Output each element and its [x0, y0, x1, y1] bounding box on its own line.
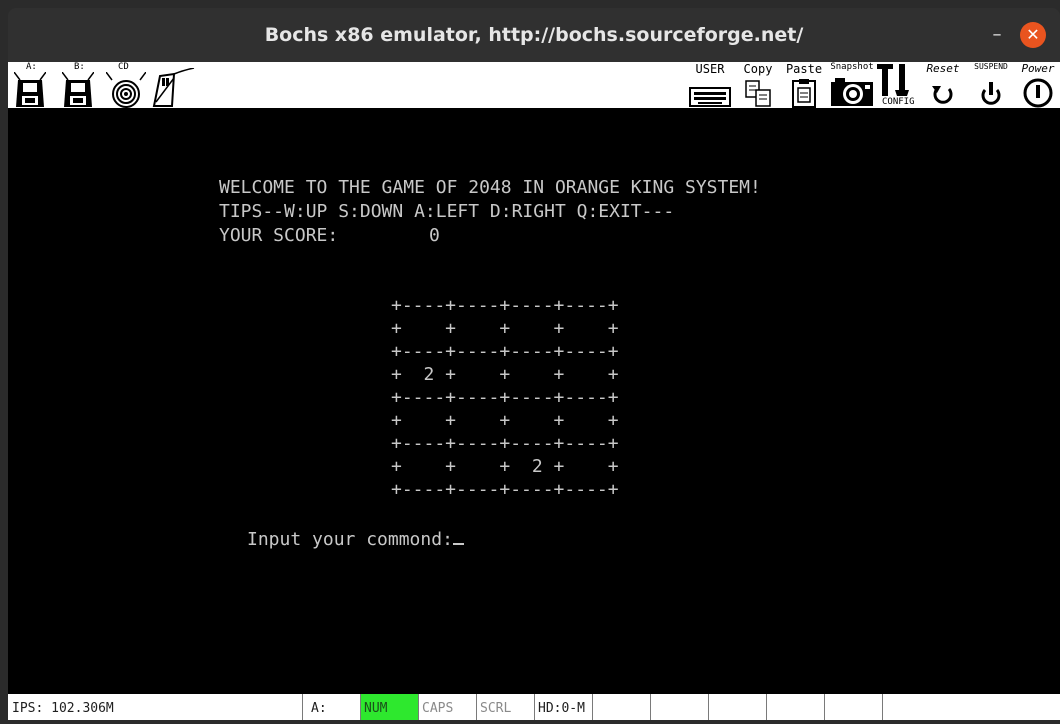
- board-border: +----+----+----+----+: [391, 433, 619, 454]
- floppy-a-button[interactable]: A:: [12, 62, 48, 108]
- camera-icon: [831, 78, 873, 106]
- paste-icon: [792, 79, 816, 108]
- cdrom-icon: [106, 72, 146, 108]
- status-slot: [592, 694, 650, 720]
- config-button[interactable]: CONFIG: [874, 62, 920, 108]
- copy-button[interactable]: Copy: [738, 62, 778, 108]
- suspend-icon: [981, 82, 1001, 105]
- floppy-indicator: A:: [302, 694, 360, 720]
- reset-label: Reset: [926, 62, 960, 75]
- close-button[interactable]: ✕: [1020, 22, 1046, 48]
- ips-indicator: IPS: 102.306M: [12, 701, 114, 716]
- status-slot: [708, 694, 766, 720]
- cdrom-label: CD: [118, 62, 129, 72]
- cdrom-button[interactable]: CD: [106, 62, 146, 108]
- board-row: + + + 2 + +: [391, 456, 619, 477]
- reset-button[interactable]: Reset: [920, 62, 966, 108]
- tips-line: TIPS--W:UP S:DOWN A:LEFT D:RIGHT Q:EXIT-…: [219, 201, 675, 222]
- bochs-toolbar: A: B: CD USER Copy Paste Snapshot CONFIG…: [8, 62, 1060, 109]
- snapshot-label: Snapshot: [830, 62, 874, 72]
- floppy-icon: [14, 72, 46, 107]
- reset-icon: [932, 86, 953, 104]
- user-label: USER: [695, 62, 725, 76]
- status-bar: IPS: 102.306M A: NUM CAPS SCRL HD:0-M: [8, 694, 1060, 720]
- status-slot: [824, 694, 882, 720]
- command-prompt: Input your commond:: [247, 528, 464, 552]
- copy-label: Copy: [743, 62, 773, 76]
- power-icon: [1023, 78, 1053, 108]
- hd-indicator: HD:0-M: [534, 694, 592, 720]
- floppy-b-button[interactable]: B:: [60, 62, 96, 108]
- config-label: CONFIG: [882, 97, 915, 107]
- mouse-icon: [152, 68, 195, 107]
- snapshot-button[interactable]: Snapshot: [826, 62, 878, 108]
- text-cursor: [452, 543, 464, 545]
- copy-icon: [745, 80, 771, 107]
- welcome-line: WELCOME TO THE GAME OF 2048 IN ORANGE KI…: [219, 177, 761, 198]
- power-button[interactable]: Power: [1016, 62, 1060, 108]
- paste-label: Paste: [785, 62, 823, 76]
- score-value: 0: [429, 225, 440, 246]
- paste-button[interactable]: Paste: [784, 62, 824, 108]
- status-slot: [650, 694, 708, 720]
- status-slot: [882, 694, 940, 720]
- caps-lock-indicator: CAPS: [418, 694, 476, 720]
- suspend-button[interactable]: SUSPEND: [968, 62, 1014, 108]
- window-title: Bochs x86 emulator, http://bochs.sourcef…: [264, 24, 804, 46]
- floppy-b-label: B:: [74, 62, 85, 72]
- num-lock-indicator: NUM: [360, 694, 418, 720]
- keyboard-icon: [689, 87, 731, 107]
- board-border: +----+----+----+----+: [391, 295, 619, 316]
- board-border: +----+----+----+----+: [391, 479, 619, 500]
- scroll-lock-indicator: SCRL: [476, 694, 534, 720]
- board-row: + + + + +: [391, 410, 619, 431]
- board-border: +----+----+----+----+: [391, 341, 619, 362]
- power-label: Power: [1021, 62, 1055, 75]
- emulator-screen[interactable]: WELCOME TO THE GAME OF 2048 IN ORANGE KI…: [8, 108, 1060, 694]
- board-border: +----+----+----+----+: [391, 387, 619, 408]
- status-slot: [766, 694, 824, 720]
- suspend-label: SUSPEND: [974, 62, 1008, 71]
- mouse-button[interactable]: [150, 62, 196, 108]
- title-bar[interactable]: Bochs x86 emulator, http://bochs.sourcef…: [8, 8, 1060, 62]
- command-prompt-text: Input your commond:: [247, 529, 453, 550]
- floppy-icon: [62, 72, 94, 107]
- board-row: + + + + +: [391, 318, 619, 339]
- board-row: + 2 + + + +: [391, 364, 619, 385]
- user-button[interactable]: USER: [686, 62, 734, 108]
- minimize-button[interactable]: –: [986, 24, 1008, 46]
- score-label: YOUR SCORE:: [219, 225, 339, 246]
- floppy-a-label: A:: [26, 62, 37, 72]
